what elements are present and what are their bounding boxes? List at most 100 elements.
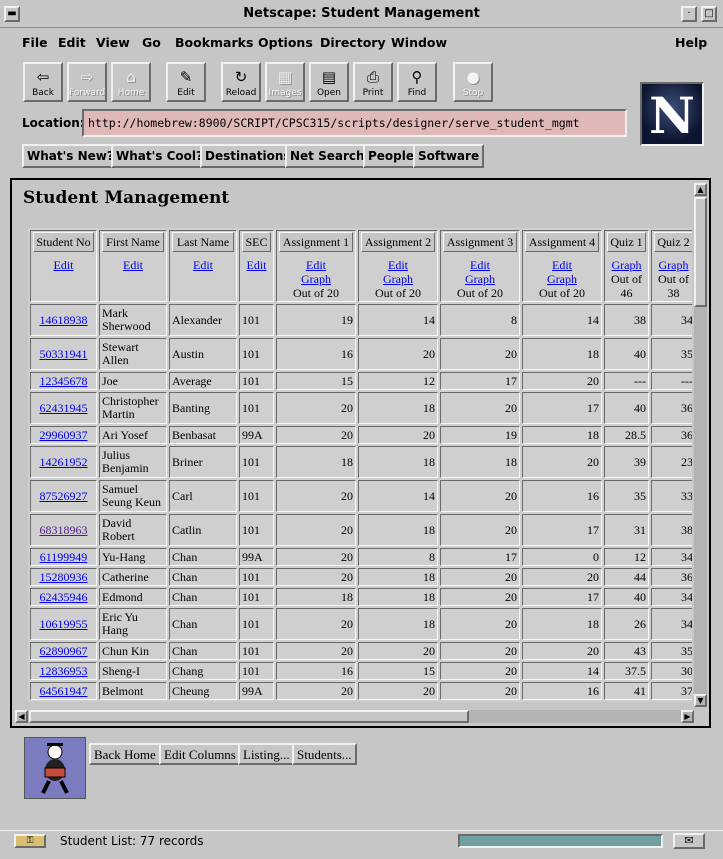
column-edit-link[interactable]: Edit (172, 258, 234, 272)
column-sort-button[interactable]: Assignment 3 (443, 232, 517, 252)
home-button[interactable]: ⌂ Home (111, 62, 151, 102)
listing-button[interactable]: Listing... (238, 743, 295, 765)
whats-new-button[interactable]: What's New? (22, 144, 119, 168)
scroll-left-icon[interactable]: ◀ (15, 710, 28, 723)
table-row: 14618938 Mark Sherwood Alexander 101 19 14 8 14… (30, 304, 692, 336)
stop-button[interactable]: ● Stop (453, 62, 493, 102)
column-sort-button[interactable]: Last Name (172, 232, 234, 252)
student-no-link[interactable]: 87526927 (33, 489, 94, 503)
menu-go[interactable]: Go (142, 35, 161, 50)
student-no-cell: 29960937 (30, 426, 97, 444)
netscape-n-icon: N (649, 86, 695, 145)
column-edit-link[interactable]: Edit (525, 258, 599, 272)
maximize-icon[interactable]: □ (701, 6, 717, 22)
a1-cell: 20 (276, 642, 356, 660)
column-sort-button[interactable]: Assignment 2 (361, 232, 435, 252)
student-no-link[interactable]: 14261952 (33, 455, 94, 469)
student-no-link[interactable]: 29960937 (33, 428, 94, 442)
reload-button[interactable]: ↻ Reload (221, 62, 261, 102)
q2-cell: 35 (651, 338, 692, 370)
menu-bookmarks[interactable]: Bookmarks (175, 35, 253, 50)
a4-cell: 18 (522, 338, 602, 370)
vertical-scroll-thumb[interactable] (694, 197, 707, 307)
student-no-link[interactable]: 14618938 (33, 313, 94, 327)
column-sort-button[interactable]: Assignment 1 (279, 232, 353, 252)
student-no-cell: 62435946 (30, 588, 97, 606)
column-edit-link[interactable]: Edit (33, 258, 94, 272)
menu-directory[interactable]: Directory (320, 35, 386, 50)
scroll-up-icon[interactable]: ▲ (694, 183, 707, 196)
edit-button[interactable]: ✎ Edit (166, 62, 206, 102)
q2-cell: 38 (651, 514, 692, 546)
location-input[interactable]: http://homebrew:8900/SCRIPT/CPSC315/scri… (82, 109, 627, 137)
column-sort-button[interactable]: Quiz 1 (607, 232, 646, 252)
whats-cool-button[interactable]: What's Cool? (111, 144, 208, 168)
sec-cell: 101 (239, 304, 274, 336)
student-no-link[interactable]: 68318963 (33, 523, 94, 537)
column-sort-button[interactable]: First Name (102, 232, 164, 252)
student-no-link[interactable]: 64561947 (33, 684, 94, 698)
column-graph-link[interactable]: Graph (525, 272, 599, 286)
column-edit-link[interactable]: Edit (279, 258, 353, 272)
menu-window[interactable]: Window (391, 35, 447, 50)
column-graph-link[interactable]: Graph (279, 272, 353, 286)
find-button[interactable]: ⚲ Find (397, 62, 437, 102)
software-button[interactable]: Software (413, 144, 485, 168)
student-no-link[interactable]: 50331941 (33, 347, 94, 361)
forward-button[interactable]: ⇨ Forward (67, 62, 107, 102)
student-no-link[interactable]: 12345678 (33, 374, 94, 388)
student-no-cell: 14618938 (30, 304, 97, 336)
menu-view[interactable]: View (96, 35, 130, 50)
horizontal-scrollbar[interactable]: ◀ ▶ (15, 710, 694, 723)
open-button[interactable]: ▤ Open (309, 62, 349, 102)
menu-edit[interactable]: Edit (58, 35, 86, 50)
table-row: 62435946 Edmond Chan 101 18 18 20 17 40 34 (30, 588, 692, 606)
column-sort-button[interactable]: Assignment 4 (525, 232, 599, 252)
net-search-button[interactable]: Net Search (285, 144, 370, 168)
student-no-link[interactable]: 62435946 (33, 590, 94, 604)
student-no-link[interactable]: 12836953 (33, 664, 94, 678)
security-key-icon[interactable]: ⚿ (14, 834, 46, 848)
horizontal-scroll-thumb[interactable] (29, 710, 469, 723)
destinations-button[interactable]: Destinations (200, 144, 296, 168)
netscape-logo[interactable]: N (640, 82, 704, 146)
student-no-link[interactable]: 62431945 (33, 401, 94, 415)
menu-file[interactable]: File (22, 35, 48, 50)
back-button[interactable]: ⇦ Back (23, 62, 63, 102)
column-graph-link[interactable]: Graph (654, 258, 692, 272)
edit-columns-button[interactable]: Edit Columns (159, 743, 241, 765)
column-max-note: Out of 20 (457, 286, 503, 300)
q1-cell: 12 (604, 548, 649, 566)
people-button[interactable]: People (363, 144, 420, 168)
table-row: 29960937 Ari Yosef Benbasat 99A 20 20 19 18 28.5… (30, 426, 692, 444)
vertical-scrollbar[interactable]: ▲ ▼ (694, 183, 707, 707)
column-graph-link[interactable]: Graph (361, 272, 435, 286)
scroll-right-icon[interactable]: ▶ (681, 710, 694, 723)
column-sort-button[interactable]: Quiz 2 (654, 232, 692, 252)
column-graph-link[interactable]: Graph (607, 258, 646, 272)
student-no-link[interactable]: 15280936 (33, 570, 94, 584)
menu-options[interactable]: Options (258, 35, 313, 50)
student-no-link[interactable]: 62890967 (33, 644, 94, 658)
column-edit-link[interactable]: Edit (242, 258, 271, 272)
student-no-link[interactable]: 61199949 (33, 550, 94, 564)
column-edit-link[interactable]: Edit (443, 258, 517, 272)
back-home-button[interactable]: Back Home (89, 743, 161, 765)
column-graph-link[interactable]: Graph (443, 272, 517, 286)
sec-cell: 101 (239, 480, 274, 512)
column-sort-button[interactable]: SEC (242, 232, 271, 252)
pencil-icon: ✎ (179, 68, 193, 86)
menu-help[interactable]: Help (675, 35, 707, 50)
student-no-link[interactable]: 10619955 (33, 617, 94, 631)
a1-cell: 20 (276, 426, 356, 444)
images-button[interactable]: ▦ Images (265, 62, 305, 102)
last-cell: Chan (169, 588, 237, 606)
students-button[interactable]: Students... (292, 743, 357, 765)
column-sort-button[interactable]: Student No (33, 232, 94, 252)
column-edit-link[interactable]: Edit (361, 258, 435, 272)
scroll-down-icon[interactable]: ▼ (694, 694, 707, 707)
mail-icon[interactable]: ✉ (673, 833, 705, 849)
minimize-icon[interactable]: · (681, 6, 697, 22)
print-button[interactable]: ⎙ Print (353, 62, 393, 102)
column-edit-link[interactable]: Edit (102, 258, 164, 272)
